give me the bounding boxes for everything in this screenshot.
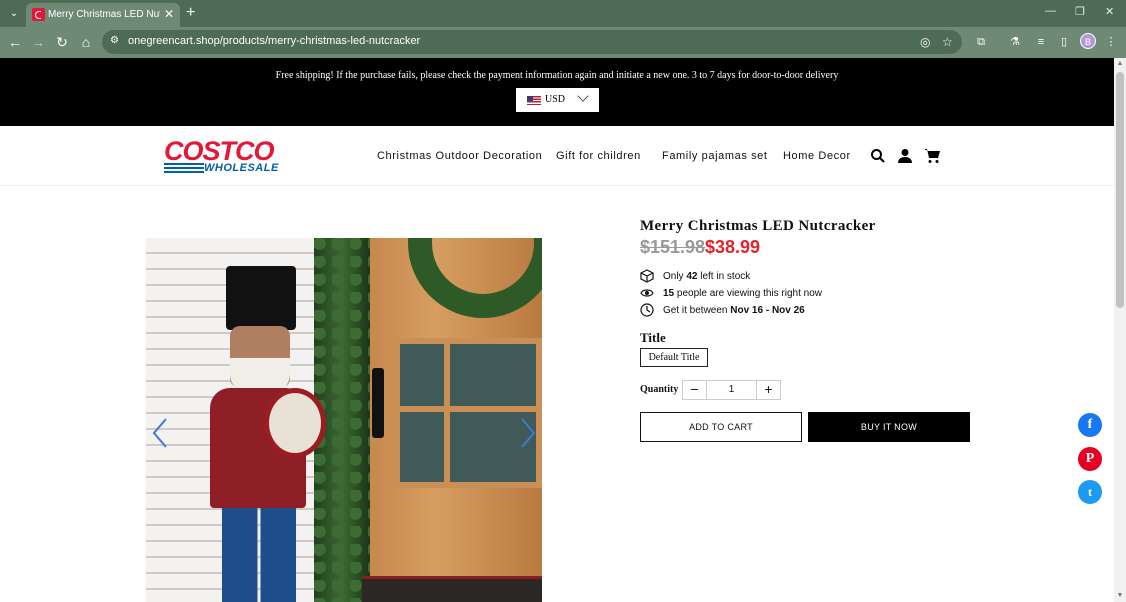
site-info-icon[interactable]: ⚙ bbox=[110, 35, 122, 47]
image-nutcracker-legs bbox=[222, 508, 296, 602]
currency-label: USD bbox=[545, 94, 566, 105]
prev-image-arrow-icon[interactable] bbox=[152, 418, 168, 448]
viewers-post-text: people are viewing this right now bbox=[676, 288, 822, 299]
window-close-icon[interactable]: ✕ bbox=[1105, 5, 1114, 18]
delivery-pre-text: Get it between bbox=[663, 305, 728, 316]
reading-list-icon[interactable]: ≡ bbox=[1034, 35, 1048, 49]
option-default-title[interactable]: Default Title bbox=[640, 348, 708, 367]
side-panel-icon[interactable]: ▯ bbox=[1057, 35, 1071, 49]
scroll-thumb[interactable] bbox=[1116, 72, 1124, 308]
browser-toolbar: ← → ↻ ⌂ ⚙ onegreencart.shop/products/mer… bbox=[0, 27, 1126, 58]
nav-gift-for-children[interactable]: Gift for children bbox=[556, 150, 641, 162]
bookmark-star-icon[interactable]: ☆ bbox=[942, 35, 953, 49]
search-icon[interactable] bbox=[870, 148, 886, 164]
compare-at-price: $151.98 bbox=[640, 237, 706, 257]
maximize-icon[interactable]: ❐ bbox=[1075, 5, 1085, 18]
logo-subtext: WHOLESALE bbox=[204, 162, 279, 174]
pinterest-icon[interactable]: P bbox=[1078, 447, 1102, 471]
quantity-input[interactable]: 1 bbox=[707, 381, 756, 399]
back-icon[interactable]: ← bbox=[6, 33, 24, 51]
nav-home-decor[interactable]: Home Decor bbox=[783, 150, 851, 162]
image-door-window bbox=[394, 338, 542, 488]
sale-price: $38.99 bbox=[705, 237, 761, 257]
image-nutcracker-drum bbox=[264, 388, 326, 458]
web-page: Free shipping! If the purchase fails, pl… bbox=[0, 58, 1114, 602]
quantity-label: Quantity bbox=[640, 384, 679, 395]
package-icon bbox=[640, 269, 654, 283]
page-scrollbar[interactable]: ▲ ▼ bbox=[1114, 58, 1126, 602]
stock-count: 42 bbox=[686, 271, 698, 282]
eye-off-icon[interactable]: ◎ bbox=[920, 35, 930, 49]
url-text[interactable]: onegreencart.shop/products/merry-christm… bbox=[128, 35, 420, 47]
eye-icon bbox=[640, 289, 654, 297]
delivery-range: Nov 16 - Nov 26 bbox=[730, 305, 805, 316]
image-nutcracker-hat bbox=[226, 266, 296, 330]
forward-icon[interactable]: → bbox=[29, 33, 47, 51]
extensions-icon[interactable]: ⧉ bbox=[974, 35, 988, 49]
facebook-icon[interactable]: f bbox=[1078, 413, 1102, 437]
image-door-handle bbox=[372, 368, 384, 438]
announcement-bar: Free shipping! If the purchase fails, pl… bbox=[0, 58, 1114, 126]
buy-it-now-button[interactable]: BUY IT NOW bbox=[808, 412, 970, 442]
stock-post-text: left in stock bbox=[700, 271, 751, 282]
tab-search-icon[interactable]: ⌄ bbox=[6, 6, 22, 22]
stock-pre-text: Only bbox=[663, 271, 684, 282]
us-flag-icon bbox=[527, 96, 541, 105]
clock-icon bbox=[640, 303, 654, 317]
nav-christmas-outdoor-decoration[interactable]: Christmas Outdoor Decoration bbox=[377, 150, 542, 162]
menu-kebab-icon[interactable]: ⋮ bbox=[1104, 35, 1118, 49]
chevron-down-icon bbox=[577, 90, 589, 102]
cart-icon[interactable] bbox=[924, 148, 940, 164]
tab-title: Merry Christmas LED Nutcracke bbox=[48, 9, 160, 20]
profile-avatar[interactable]: B bbox=[1080, 33, 1096, 49]
product-image[interactable] bbox=[146, 238, 542, 602]
option-label: Title bbox=[640, 330, 666, 345]
image-doormat bbox=[362, 576, 542, 602]
browser-tab-strip: ⌄ Merry Christmas LED Nutcracke ✕ + — ❐ … bbox=[0, 0, 1126, 27]
site-header: COSTCO WHOLESALE Christmas Outdoor Decor… bbox=[0, 126, 1114, 186]
twitter-icon[interactable]: t bbox=[1078, 480, 1102, 504]
reload-icon[interactable]: ↻ bbox=[53, 33, 71, 51]
minimize-icon[interactable]: — bbox=[1045, 5, 1056, 17]
labs-icon[interactable]: ⚗ bbox=[1008, 35, 1022, 49]
next-image-arrow-icon[interactable] bbox=[520, 418, 536, 448]
costco-logo[interactable]: COSTCO WHOLESALE bbox=[164, 138, 296, 174]
close-icon[interactable]: ✕ bbox=[164, 7, 174, 21]
home-icon[interactable]: ⌂ bbox=[77, 33, 95, 51]
scroll-down-icon[interactable]: ▼ bbox=[1116, 592, 1124, 599]
plus-icon[interactable]: + bbox=[756, 381, 780, 399]
nav-family-pajamas-set[interactable]: Family pajamas set bbox=[662, 150, 768, 162]
logo-wordmark: COSTCO bbox=[164, 136, 275, 166]
announcement-text: Free shipping! If the purchase fails, pl… bbox=[275, 70, 839, 81]
product-title: Merry Christmas LED Nutcracker bbox=[640, 218, 876, 234]
address-bar[interactable]: ⚙ onegreencart.shop/products/merry-chris… bbox=[102, 30, 962, 54]
scroll-up-icon[interactable]: ▲ bbox=[1116, 60, 1124, 67]
viewers-count: 15 bbox=[663, 288, 675, 299]
logo-stripes bbox=[164, 163, 204, 173]
new-tab-icon[interactable]: + bbox=[186, 4, 195, 22]
favicon-icon bbox=[32, 8, 45, 21]
currency-selector[interactable]: USD bbox=[516, 88, 599, 112]
browser-tab[interactable]: Merry Christmas LED Nutcracke ✕ bbox=[26, 3, 180, 27]
account-icon[interactable] bbox=[897, 148, 913, 164]
quantity-stepper: − 1 + bbox=[682, 380, 781, 400]
minus-icon[interactable]: − bbox=[683, 381, 707, 399]
add-to-cart-button[interactable]: ADD TO CART bbox=[640, 412, 802, 442]
